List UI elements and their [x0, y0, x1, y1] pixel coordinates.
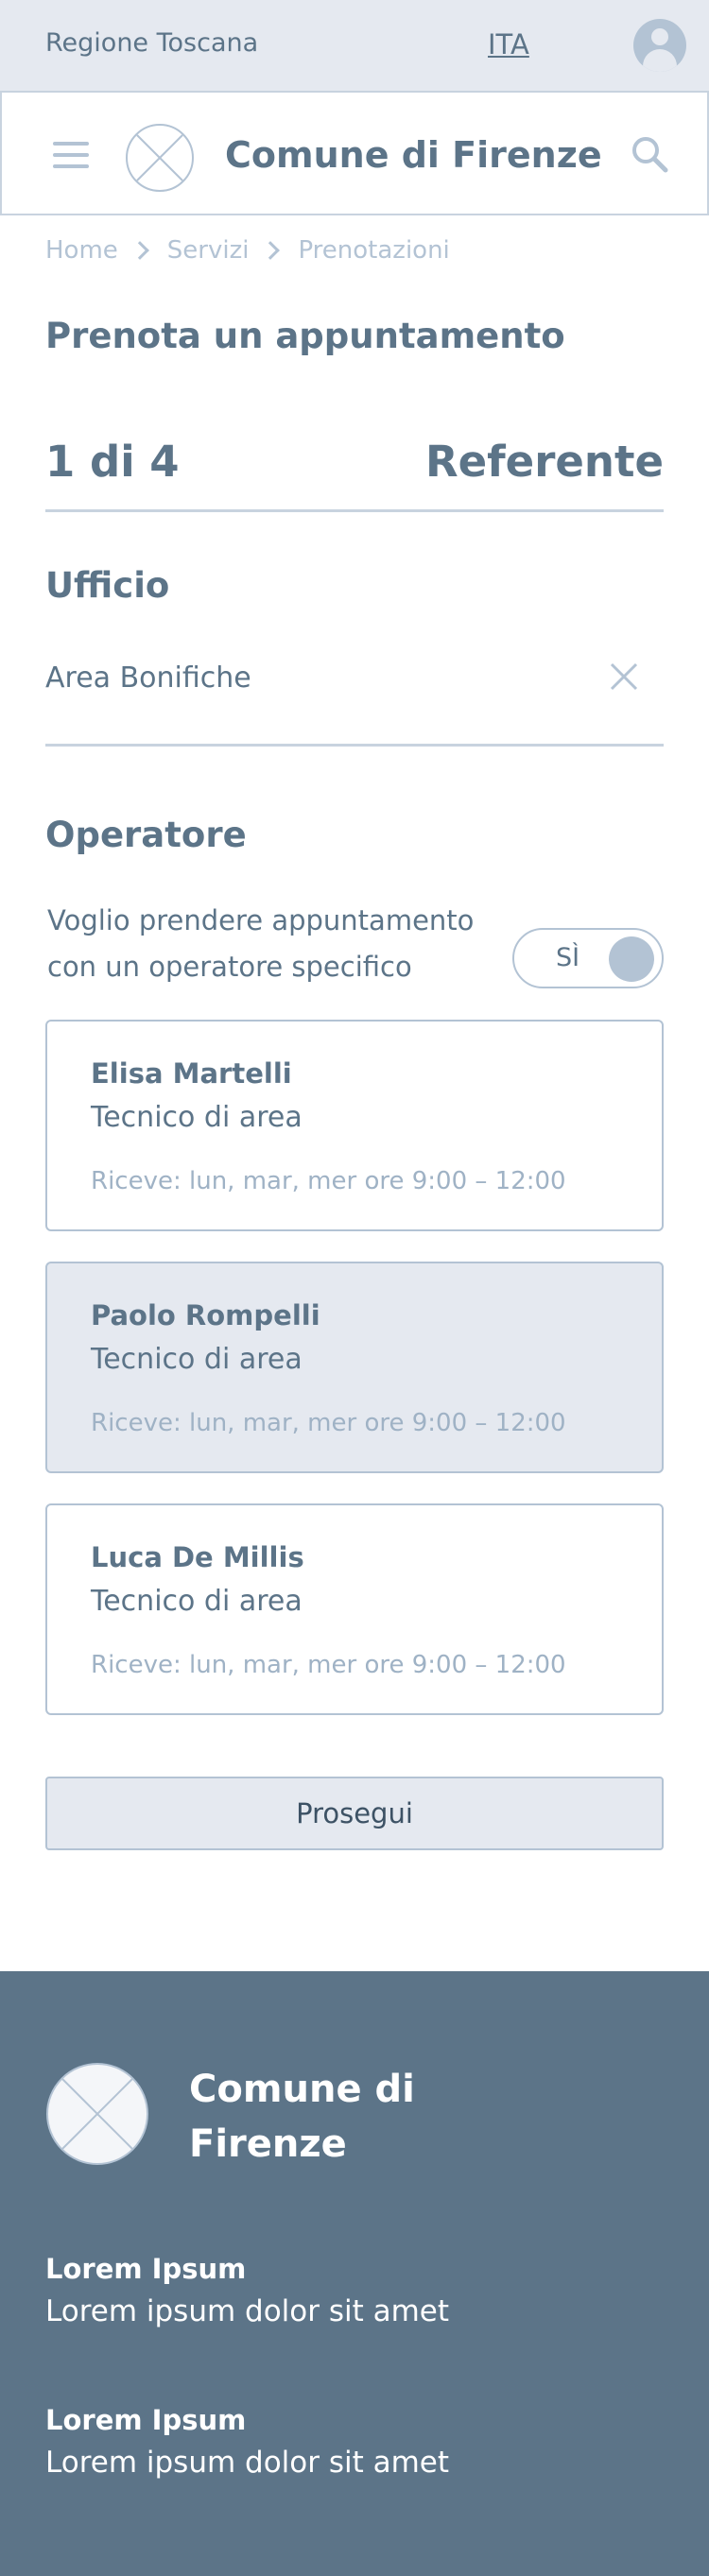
specific-operator-toggle[interactable]: SÌ [512, 928, 664, 988]
footer-block-heading: Lorem Ipsum [45, 2253, 247, 2285]
search-icon[interactable] [630, 134, 671, 176]
footer-block-heading: Lorem Ipsum [45, 2404, 247, 2436]
close-icon[interactable] [609, 661, 639, 692]
step-indicator: 1 di 4 Referente [45, 431, 664, 512]
operator-card[interactable]: Elisa Martelli Tecnico di area Riceve: l… [45, 1020, 664, 1231]
language-selector[interactable]: ITA [488, 28, 529, 60]
step-count: 1 di 4 [45, 437, 180, 487]
site-title[interactable]: Comune di Firenze [225, 134, 602, 176]
breadcrumb-prenotazioni: Prenotazioni [298, 236, 450, 265]
operator-question: Voglio prendere appuntamento con un oper… [47, 904, 475, 983]
site-header: Comune di Firenze [0, 91, 709, 215]
breadcrumb-home[interactable]: Home [45, 236, 118, 265]
operator-section-title: Operatore [45, 815, 247, 855]
footer-block-text[interactable]: Lorem ipsum dolor sit amet [45, 2446, 449, 2480]
placeholder-logo-icon[interactable] [125, 123, 195, 193]
step-label: Referente [424, 437, 664, 487]
footer-block: Lorem Ipsum Lorem ipsum dolor sit amet [45, 2253, 449, 2328]
office-field[interactable]: Area Bonifiche [45, 644, 664, 747]
footer-block: Lorem Ipsum Lorem ipsum dolor sit amet [45, 2404, 449, 2480]
breadcrumb: Home Servizi Prenotazioni [45, 236, 450, 265]
hamburger-menu-icon[interactable] [53, 142, 89, 168]
region-link[interactable]: Regione Toscana [45, 28, 258, 58]
operator-hours: Riceve: lun, mar, mer ore 9:00 – 12:00 [91, 1409, 566, 1437]
operator-role: Tecnico di area [91, 1343, 303, 1376]
operator-name: Luca De Millis [91, 1541, 304, 1573]
toggle-label: SÌ [556, 943, 580, 972]
operator-role: Tecnico di area [91, 1585, 303, 1618]
toggle-knob [609, 936, 654, 982]
operator-hours: Riceve: lun, mar, mer ore 9:00 – 12:00 [91, 1651, 566, 1679]
footer-block-text[interactable]: Lorem ipsum dolor sit amet [45, 2294, 449, 2328]
breadcrumb-servizi[interactable]: Servizi [167, 236, 250, 265]
operator-role: Tecnico di area [91, 1101, 303, 1134]
footer-title: Comune di Firenze [189, 2068, 415, 2166]
top-bar: Regione Toscana ITA [0, 0, 709, 91]
operator-hours: Riceve: lun, mar, mer ore 9:00 – 12:00 [91, 1167, 566, 1195]
site-footer: Comune di Firenze Lorem Ipsum Lorem ipsu… [0, 1971, 709, 2576]
chevron-right-icon [261, 241, 281, 260]
chevron-right-icon [130, 241, 149, 260]
proceed-button[interactable]: Prosegui [45, 1777, 664, 1850]
operator-card[interactable]: Luca De Millis Tecnico di area Riceve: l… [45, 1503, 664, 1715]
office-value: Area Bonifiche [45, 661, 251, 695]
placeholder-logo-icon[interactable] [45, 2062, 149, 2166]
operator-name: Elisa Martelli [91, 1057, 292, 1090]
operator-name: Paolo Rompelli [91, 1299, 320, 1331]
operator-card-selected[interactable]: Paolo Rompelli Tecnico di area Riceve: l… [45, 1262, 664, 1473]
user-icon[interactable] [633, 19, 686, 72]
office-section-title: Ufficio [45, 565, 170, 606]
page-title: Prenota un appuntamento [45, 316, 565, 356]
